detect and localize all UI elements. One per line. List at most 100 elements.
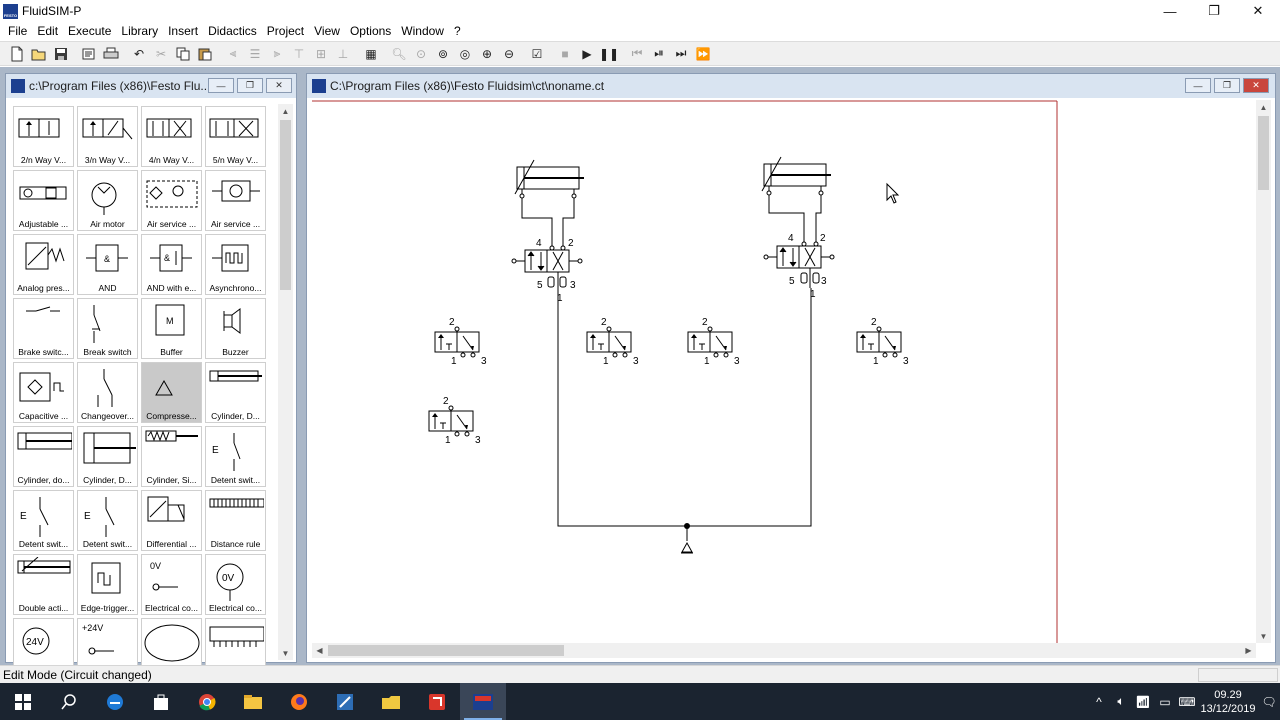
scroll-down-arrow-icon[interactable]: ▼ <box>1256 629 1271 643</box>
file-explorer-icon[interactable] <box>230 683 276 720</box>
menu-options[interactable]: Options <box>345 22 396 40</box>
menu-help[interactable]: ? <box>449 22 466 40</box>
search-icon[interactable] <box>46 683 92 720</box>
chevron-up-icon[interactable]: ^ <box>1088 695 1110 709</box>
volume-icon[interactable]: 🔈︎ <box>1110 694 1132 709</box>
clock[interactable]: 09.29 13/12/2019 <box>1198 688 1258 716</box>
fluidsim-festo-icon[interactable] <box>460 683 506 720</box>
library-item[interactable]: Air service ... <box>141 170 202 231</box>
reset-icon[interactable]: ⏮ <box>626 44 648 64</box>
cylinder-a[interactable] <box>514 159 584 199</box>
library-title-bar[interactable]: c:\Program Files (x86)\Festo Flu... — ❐ … <box>6 74 296 98</box>
print-preview-icon[interactable] <box>78 44 100 64</box>
pause-icon[interactable]: ❚❚ <box>598 44 620 64</box>
zoom-out-icon[interactable]: ⊖ <box>498 44 520 64</box>
zoom-in-icon[interactable]: ⊕ <box>476 44 498 64</box>
library-item[interactable]: 4/n Way V... <box>141 106 202 167</box>
library-item[interactable]: Distance rule <box>205 490 266 551</box>
library-item[interactable]: Changeover... <box>77 362 138 423</box>
scroll-left-arrow-icon[interactable]: ◀ <box>312 643 327 657</box>
minimize-button[interactable]: — <box>1148 0 1192 22</box>
copy-icon[interactable] <box>172 44 194 64</box>
menu-library[interactable]: Library <box>116 22 163 40</box>
library-item[interactable]: Cylinder, Si... <box>141 426 202 487</box>
edge-icon[interactable] <box>92 683 138 720</box>
valve-3-2[interactable]: 2 1 3 <box>434 317 487 367</box>
play-icon[interactable]: ▶ <box>576 44 598 64</box>
new-file-icon[interactable] <box>6 44 28 64</box>
open-folder-icon[interactable] <box>28 44 50 64</box>
library-item[interactable]: Adjustable ... <box>13 170 74 231</box>
align-bottom-icon[interactable]: ⊥ <box>332 44 354 64</box>
valve-3-2[interactable]: 2 1 3 <box>586 317 639 367</box>
circuit-close-button[interactable]: ✕ <box>1243 78 1269 93</box>
single-step-icon[interactable]: ⏯ <box>648 44 670 64</box>
network-icon[interactable]: 📶︎ <box>1132 695 1154 709</box>
menu-file[interactable]: File <box>3 22 32 40</box>
menu-didactics[interactable]: Didactics <box>203 22 262 40</box>
library-item[interactable]: Asynchrono... <box>205 234 266 295</box>
undo-icon[interactable]: ↶ <box>128 44 150 64</box>
circuit-canvas[interactable]: 4 2 5 3 1 4 2 5 3 1 2 1 3 2 1 3 2 1 3 2 … <box>312 100 1256 643</box>
library-item[interactable]: M Buffer <box>141 298 202 359</box>
library-item[interactable]: Buzzer <box>205 298 266 359</box>
library-item[interactable]: Compresse... <box>141 362 202 423</box>
valve-3-2[interactable]: 2 1 3 <box>856 317 909 367</box>
fluidsim-pen-icon[interactable] <box>322 683 368 720</box>
save-icon[interactable] <box>50 44 72 64</box>
library-item[interactable]: E Detent swit... <box>13 490 74 551</box>
circuit-restore-button[interactable]: ❐ <box>1214 78 1240 93</box>
zoom-fit-icon[interactable]: ⊚ <box>432 44 454 64</box>
valve-3-2[interactable]: 2 1 3 <box>428 396 481 446</box>
circuit-horizontal-scrollbar[interactable]: ◀ ▶ <box>312 643 1256 658</box>
zoom-page-icon[interactable]: ◎ <box>454 44 476 64</box>
library-item[interactable]: & AND with e... <box>141 234 202 295</box>
library-item[interactable]: Capacitive ... <box>13 362 74 423</box>
zoom-selection-icon[interactable]: 🔍︎ <box>388 44 410 64</box>
align-center-icon[interactable]: ☰ <box>244 44 266 64</box>
cylinder-b[interactable] <box>761 156 831 196</box>
vertical-scroll-thumb[interactable] <box>1258 116 1269 190</box>
library-item[interactable]: 3/n Way V... <box>77 106 138 167</box>
library-item[interactable]: Brake switc... <box>13 298 74 359</box>
library-restore-button[interactable]: ❐ <box>237 78 263 93</box>
restore-button[interactable]: ❐ <box>1192 0 1236 22</box>
library-item[interactable]: 5/n Way V... <box>205 106 266 167</box>
library-item[interactable]: Cylinder, do... <box>13 426 74 487</box>
library-item[interactable]: Air service ... <box>205 170 266 231</box>
circuit-title-bar[interactable]: C:\Program Files (x86)\Festo Fluidsim\ct… <box>307 74 1275 98</box>
scroll-up-arrow-icon[interactable]: ▲ <box>1256 100 1271 114</box>
menu-view[interactable]: View <box>309 22 345 40</box>
align-left-icon[interactable]: ⫷ <box>222 44 244 64</box>
horizontal-scroll-thumb[interactable] <box>328 645 564 656</box>
library-scrollbar[interactable]: ▲ ▼ <box>278 104 293 660</box>
folder-icon[interactable] <box>368 683 414 720</box>
notifications-icon[interactable]: 🗨︎ <box>1258 695 1280 709</box>
red-app-icon[interactable] <box>414 683 460 720</box>
library-close-button[interactable]: ✕ <box>266 78 292 93</box>
menu-edit[interactable]: Edit <box>32 22 63 40</box>
scroll-up-arrow-icon[interactable]: ▲ <box>278 104 293 118</box>
zoom-previous-icon[interactable]: ⊙ <box>410 44 432 64</box>
library-item[interactable]: Break switch <box>77 298 138 359</box>
library-item[interactable]: Cylinder, D... <box>205 362 266 423</box>
library-item[interactable]: Edge-trigger... <box>77 554 138 615</box>
library-item[interactable]: Analog pres... <box>13 234 74 295</box>
step-forward-icon[interactable]: ⏭ <box>670 44 692 64</box>
menu-execute[interactable]: Execute <box>63 22 116 40</box>
battery-icon[interactable]: ▭ <box>1154 695 1176 709</box>
library-item[interactable]: 0V Electrical co... <box>205 554 266 615</box>
valve-3-2[interactable]: 2 1 3 <box>687 317 740 367</box>
stop-icon[interactable]: ■ <box>554 44 576 64</box>
library-item[interactable]: Double acti... <box>13 554 74 615</box>
compressed-air-supply[interactable] <box>681 541 693 554</box>
menu-window[interactable]: Window <box>396 22 449 40</box>
menu-project[interactable]: Project <box>262 22 309 40</box>
paste-icon[interactable] <box>194 44 216 64</box>
library-item[interactable]: Cylinder, D... <box>77 426 138 487</box>
cut-icon[interactable]: ✂ <box>150 44 172 64</box>
align-middle-icon[interactable]: ⊞ <box>310 44 332 64</box>
print-icon[interactable] <box>100 44 122 64</box>
library-item[interactable]: Air motor <box>77 170 138 231</box>
library-item[interactable]: E Detent swit... <box>205 426 266 487</box>
